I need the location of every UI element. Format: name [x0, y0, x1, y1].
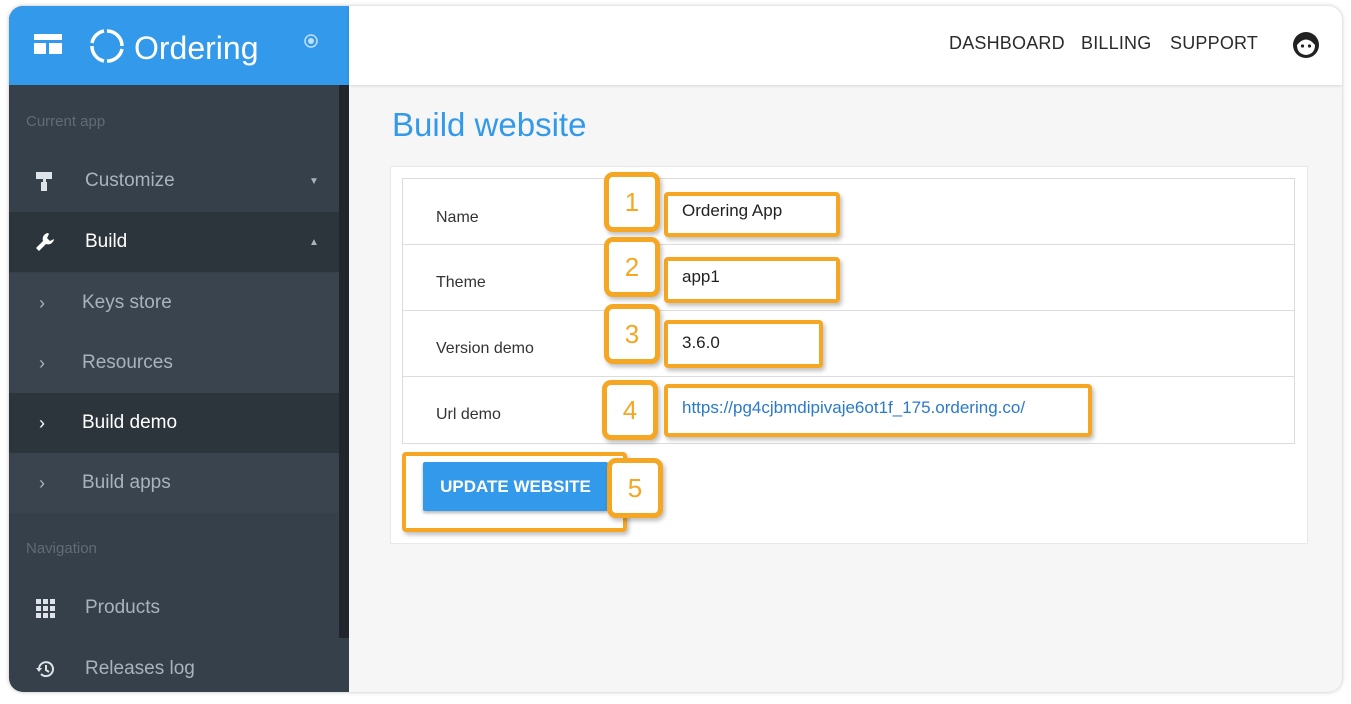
sidebar-item-label: Keys store	[82, 292, 172, 313]
nav-link-support[interactable]: SUPPORT	[1170, 33, 1258, 54]
user-avatar-icon[interactable]	[1291, 30, 1321, 60]
page-title: Build website	[392, 106, 587, 143]
sidebar-item-releases-log[interactable]: Releases log	[9, 639, 339, 692]
wrench-icon	[36, 233, 54, 251]
nav-link-billing[interactable]: BILLING	[1081, 33, 1151, 54]
chevron-right-icon: ›	[39, 472, 45, 493]
theme-label: Theme	[436, 274, 486, 291]
sidebar-scrollbar[interactable]	[339, 85, 349, 638]
sidebar-item-label: Build apps	[82, 472, 171, 493]
name-label: Name	[436, 209, 479, 226]
sidebar: Ordering Current app Customize ▼ Build ▲	[9, 6, 349, 692]
radio-toggle-icon[interactable]	[304, 34, 318, 48]
version-demo-label: Version demo	[436, 340, 534, 357]
sidebar-item-label: Releases log	[85, 658, 195, 679]
sidebar-item-label: Build demo	[82, 412, 178, 433]
history-icon	[36, 661, 54, 678]
sidebar-item-keys-store[interactable]: › Keys store	[9, 273, 339, 333]
brand-name: Ordering	[134, 30, 259, 66]
chevron-right-icon: ›	[39, 352, 45, 373]
url-demo-label: Url demo	[436, 406, 501, 423]
update-website-button[interactable]: UPDATE WEBSITE	[423, 462, 608, 511]
highlight-theme-box	[664, 257, 840, 303]
sidebar-item-products[interactable]: Products	[9, 578, 339, 638]
chevron-right-icon: ›	[39, 292, 45, 313]
highlight-url-box	[664, 384, 1092, 437]
sidebar-item-build-apps[interactable]: › Build apps	[9, 453, 339, 513]
row-divider	[403, 376, 1294, 377]
row-divider	[403, 310, 1294, 311]
menu-icon[interactable]	[34, 34, 62, 54]
sidebar-item-label: Products	[85, 597, 160, 618]
sidebar-item-label: Build	[85, 231, 128, 252]
annotation-badge-1: 1	[604, 172, 660, 232]
app-window: Ordering Current app Customize ▼ Build ▲	[9, 6, 1342, 692]
annotation-badge-5: 5	[607, 458, 663, 518]
annotation-badge-2: 2	[604, 237, 660, 297]
section-label-navigation: Navigation	[26, 540, 97, 557]
sidebar-item-build[interactable]: Build ▲	[9, 212, 339, 272]
chevron-right-icon: ›	[39, 412, 45, 433]
grid-icon	[36, 599, 55, 618]
caret-up-icon: ▲	[309, 236, 319, 248]
caret-down-icon: ▼	[309, 175, 319, 187]
sidebar-item-label: Resources	[82, 352, 173, 373]
sidebar-item-build-demo[interactable]: › Build demo	[9, 393, 339, 453]
section-label-current-app: Current app	[26, 113, 106, 130]
top-navbar: DASHBOARD BILLING SUPPORT	[349, 6, 1342, 85]
brand-header: Ordering	[9, 6, 349, 85]
row-divider	[403, 244, 1294, 245]
sidebar-item-customize[interactable]: Customize ▼	[9, 151, 339, 211]
ordering-logo-icon	[90, 29, 124, 63]
nav-link-dashboard[interactable]: DASHBOARD	[949, 33, 1065, 54]
annotation-badge-4: 4	[602, 380, 658, 440]
paint-roller-icon	[36, 172, 52, 191]
highlight-version-box	[664, 320, 823, 368]
sidebar-item-resources[interactable]: › Resources	[9, 333, 339, 393]
highlight-name-box	[664, 192, 840, 237]
sidebar-item-label: Customize	[85, 170, 175, 191]
annotation-badge-3: 3	[604, 304, 660, 364]
